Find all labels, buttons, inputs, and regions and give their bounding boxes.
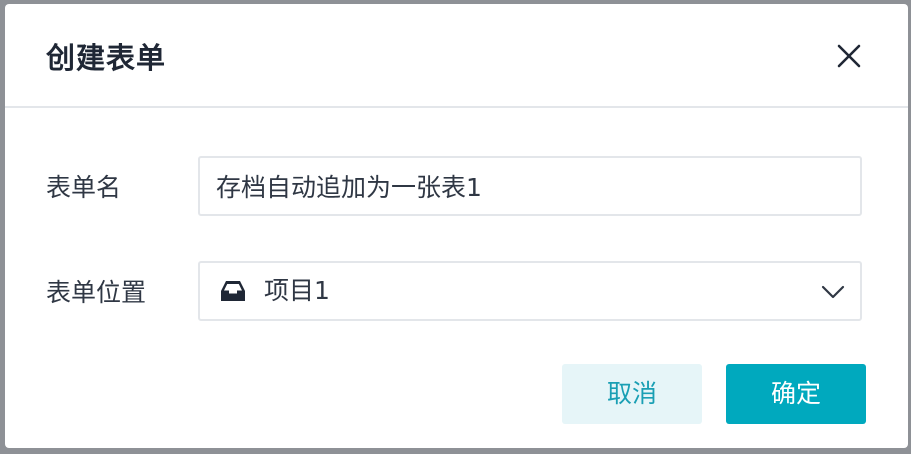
- create-form-dialog: 创建表单 表单名 表单位置 项目1 取消 确定: [5, 4, 908, 448]
- form-name-input[interactable]: [198, 156, 862, 216]
- form-location-label: 表单位置: [46, 278, 147, 307]
- form-name-label: 表单名: [46, 173, 122, 202]
- form-location-select[interactable]: 项目1: [198, 261, 862, 321]
- selected-project-label: 项目1: [264, 276, 330, 305]
- confirm-button[interactable]: 确定: [726, 364, 866, 424]
- inbox-tray-icon: [221, 281, 245, 301]
- cancel-button[interactable]: 取消: [562, 364, 702, 424]
- dialog-title: 创建表单: [46, 41, 167, 75]
- close-icon: [837, 44, 861, 68]
- chevron-down-icon: [821, 285, 845, 299]
- close-button[interactable]: [831, 38, 867, 74]
- dialog-header: 创建表单: [5, 4, 908, 108]
